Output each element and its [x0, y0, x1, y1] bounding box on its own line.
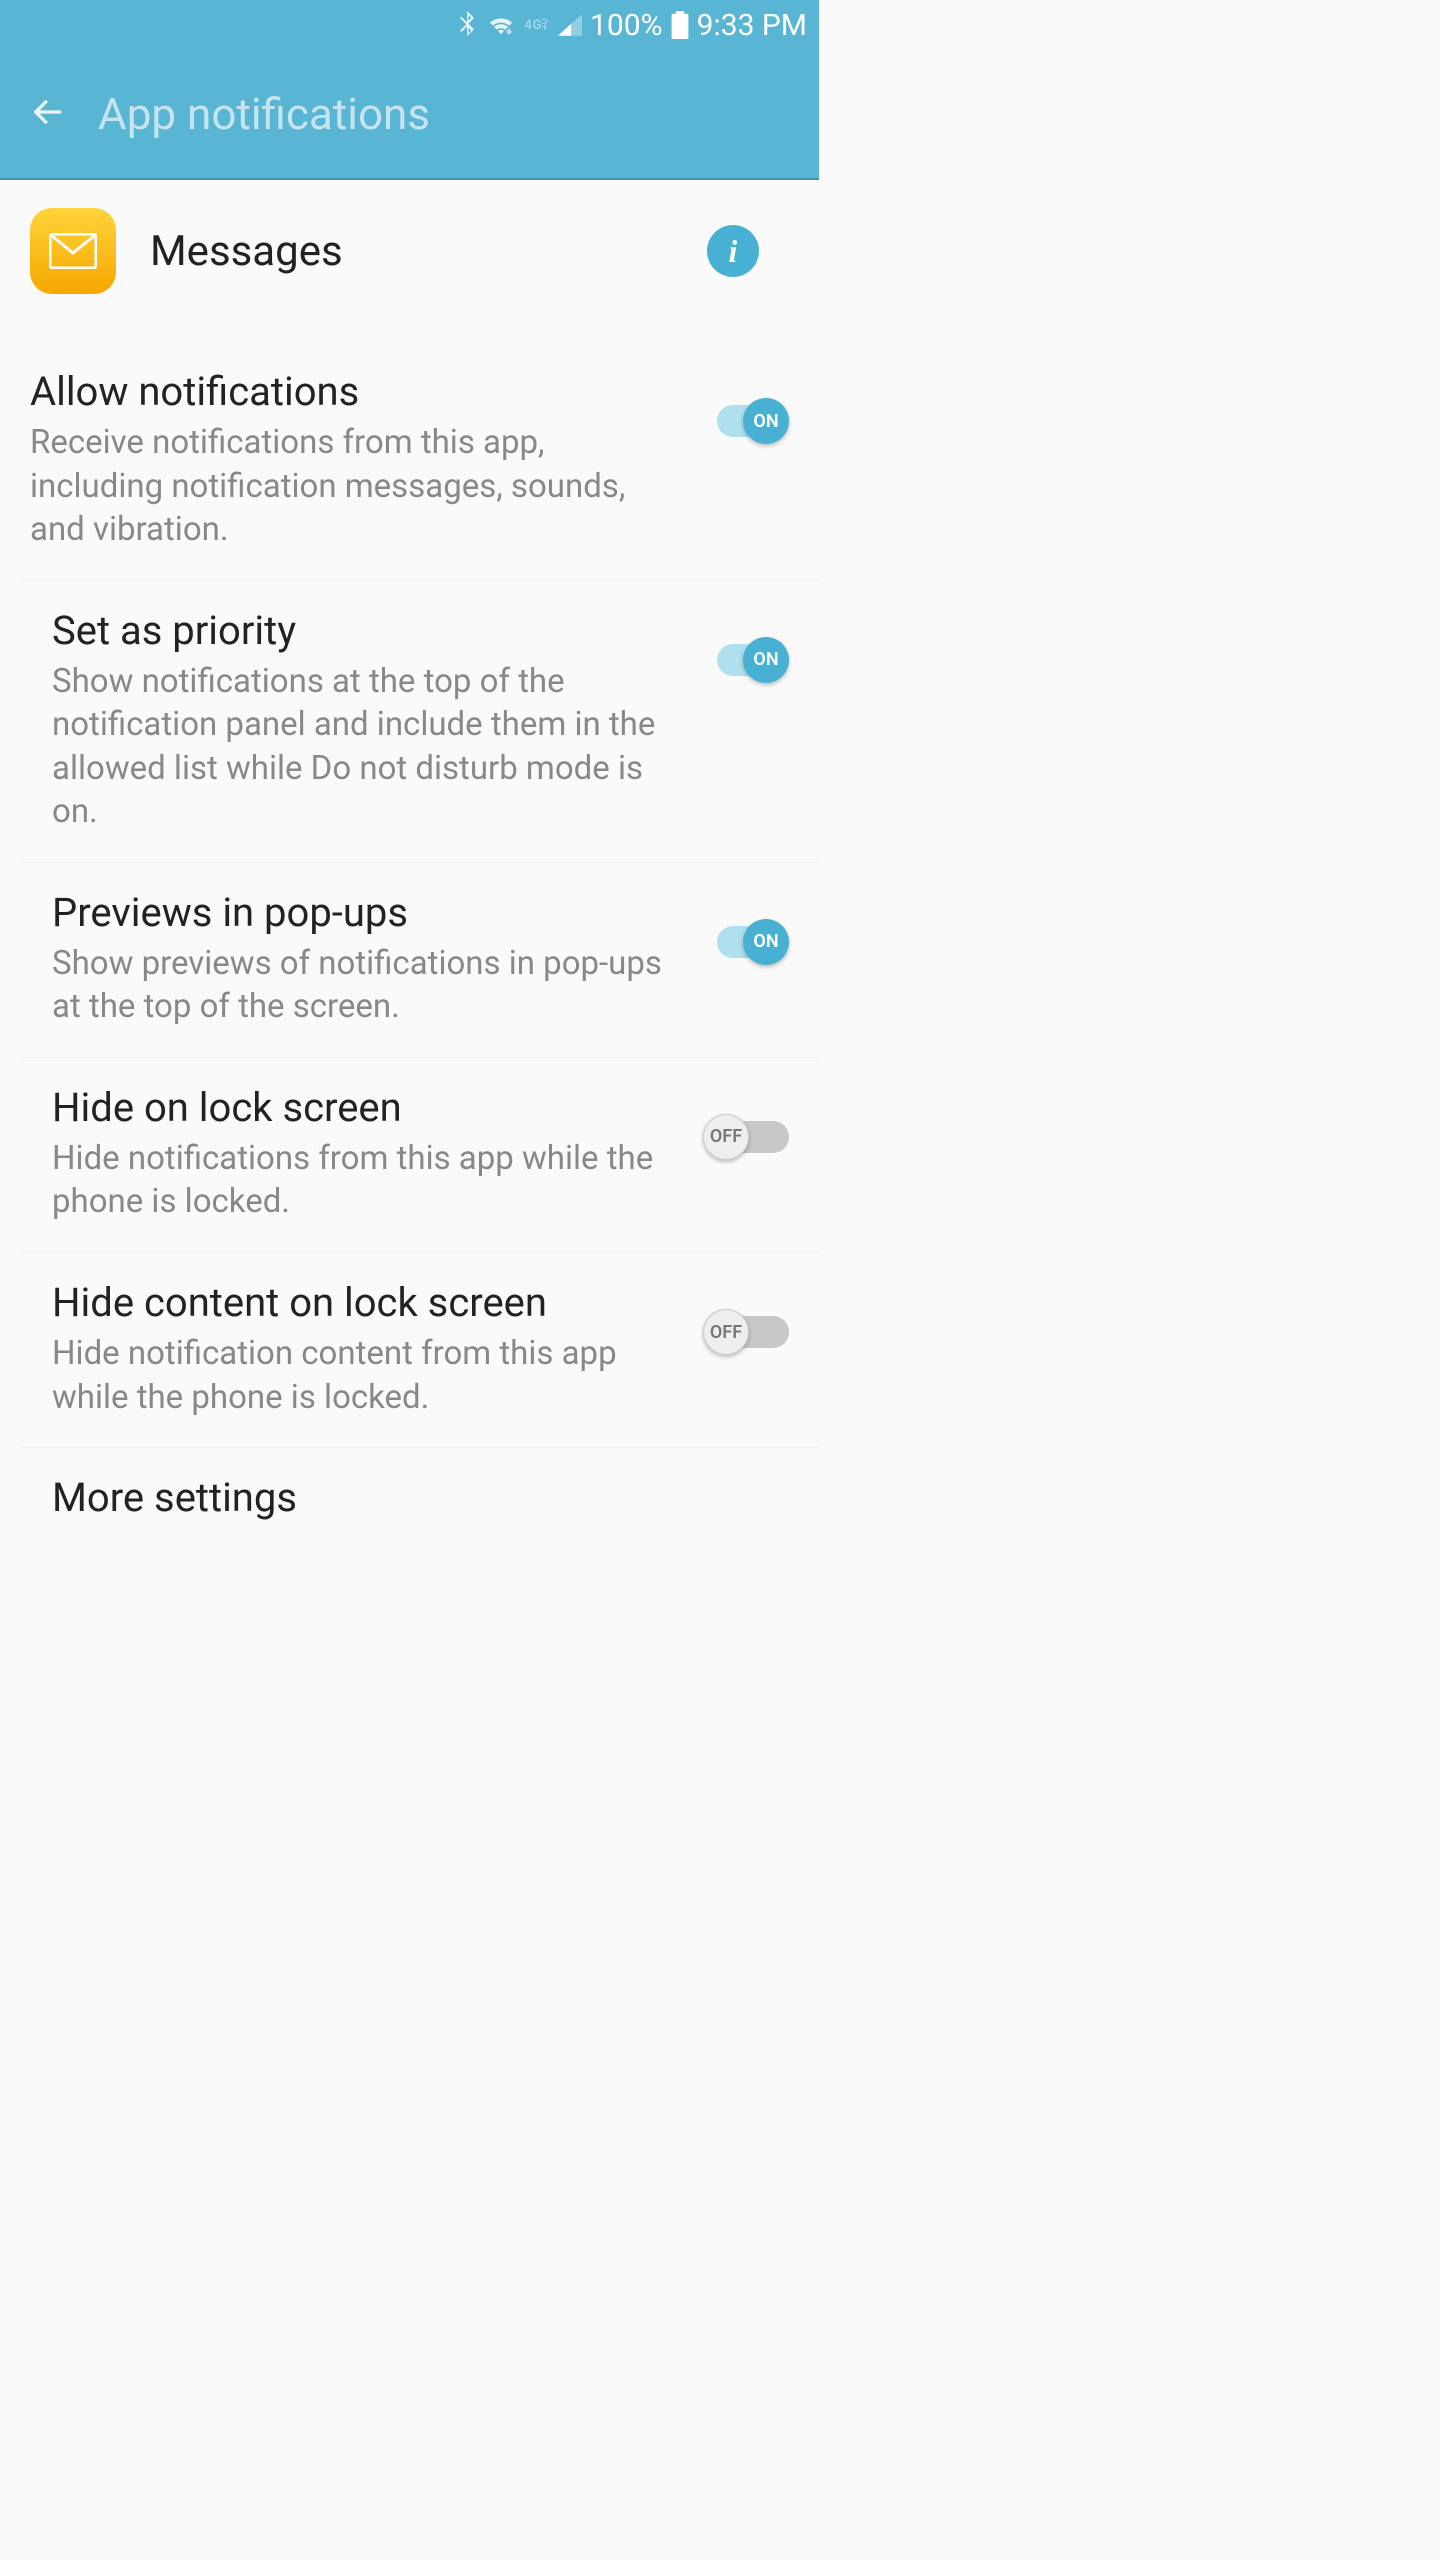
settings-list: Allow notifications Receive notification… [0, 342, 819, 1549]
battery-icon [671, 11, 689, 39]
app-header: Messages i [0, 180, 819, 322]
setting-title: Previews in pop-ups [52, 889, 683, 936]
bluetooth-icon [457, 11, 477, 39]
network-type-label: 4G⫀ [525, 18, 549, 33]
toggle-previews-in-popups[interactable]: ON [703, 919, 789, 965]
app-name: Messages [150, 227, 673, 276]
setting-set-as-priority[interactable]: Set as priority Show notifications at th… [22, 580, 819, 862]
battery-percentage: 100% [590, 8, 663, 43]
wifi-icon [487, 14, 515, 36]
more-settings-label: More settings [52, 1474, 789, 1521]
toggle-hide-on-lock-screen[interactable]: OFF [703, 1114, 789, 1160]
signal-icon [558, 14, 582, 36]
info-icon[interactable]: i [707, 225, 759, 277]
toggle-hide-content-on-lock-screen[interactable]: OFF [703, 1309, 789, 1355]
clock-label: 9:33 PM [697, 8, 807, 43]
toggle-allow-notifications[interactable]: ON [703, 398, 789, 444]
setting-description: Show notifications at the top of the not… [52, 660, 683, 834]
toggle-state-label: OFF [703, 1309, 749, 1355]
setting-text: Set as priority Show notifications at th… [52, 607, 683, 834]
setting-description: Hide notifications from this app while t… [52, 1137, 683, 1224]
page-title: App notifications [98, 88, 430, 140]
setting-title: Hide content on lock screen [52, 1279, 683, 1326]
setting-title: Set as priority [52, 607, 683, 654]
setting-allow-notifications[interactable]: Allow notifications Receive notification… [0, 342, 819, 580]
setting-text: Allow notifications Receive notification… [30, 368, 683, 552]
toggle-state-label: ON [743, 637, 789, 683]
toggle-state-label: OFF [703, 1114, 749, 1160]
setting-previews-in-popups[interactable]: Previews in pop-ups Show previews of not… [22, 862, 819, 1057]
app-bar: App notifications [0, 50, 819, 180]
setting-hide-content-on-lock-screen[interactable]: Hide content on lock screen Hide notific… [22, 1252, 819, 1447]
toggle-state-label: ON [743, 398, 789, 444]
toggle-state-label: ON [743, 919, 789, 965]
setting-text: Hide on lock screen Hide notifications f… [52, 1084, 683, 1224]
setting-text: Hide content on lock screen Hide notific… [52, 1279, 683, 1419]
setting-title: Hide on lock screen [52, 1084, 683, 1131]
toggle-set-as-priority[interactable]: ON [703, 637, 789, 683]
setting-title: Allow notifications [30, 368, 683, 415]
status-bar: 4G⫀ 100% 9:33 PM [0, 0, 819, 50]
messages-app-icon [30, 208, 116, 294]
more-settings-link[interactable]: More settings [22, 1447, 819, 1549]
setting-hide-on-lock-screen[interactable]: Hide on lock screen Hide notifications f… [22, 1057, 819, 1252]
back-icon[interactable] [28, 92, 68, 136]
setting-text: More settings [52, 1474, 789, 1521]
setting-text: Previews in pop-ups Show previews of not… [52, 889, 683, 1029]
status-icons: 4G⫀ [457, 11, 583, 39]
setting-description: Receive notifications from this app, inc… [30, 421, 683, 552]
setting-description: Hide notification content from this app … [52, 1332, 683, 1419]
setting-description: Show previews of notifications in pop-up… [52, 942, 683, 1029]
